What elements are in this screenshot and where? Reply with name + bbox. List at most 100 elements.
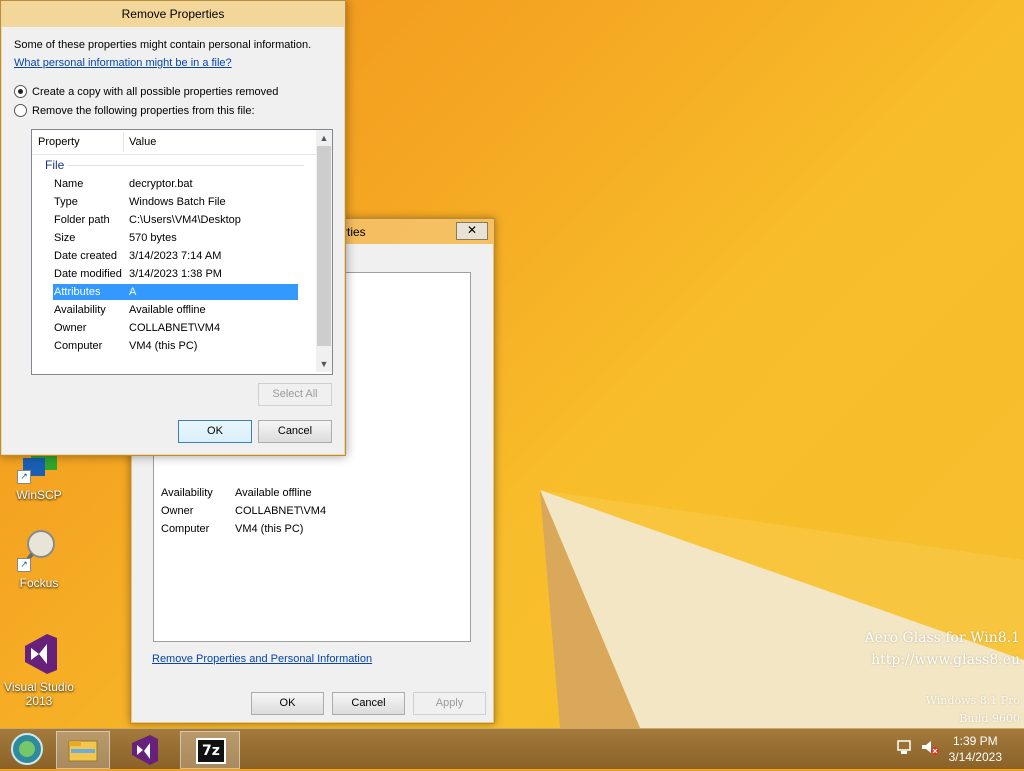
detail-value: VM4 (this PC) xyxy=(235,523,304,535)
ok-button[interactable]: OK xyxy=(178,420,252,443)
radio-button[interactable] xyxy=(14,85,27,98)
apply-button[interactable]: Apply xyxy=(413,692,486,715)
start-orb-icon xyxy=(11,733,43,765)
property-name: Size xyxy=(54,232,76,244)
radio-button[interactable] xyxy=(14,104,27,117)
desktop-icon-label: Fockus xyxy=(19,576,59,590)
group-divider xyxy=(68,165,304,166)
property-value: COLLABNET\VM4 xyxy=(129,322,221,334)
start-button[interactable] xyxy=(6,731,48,767)
clock[interactable]: 1:39 PM 3/14/2023 xyxy=(949,733,1002,765)
list-item[interactable]: Size 570 bytes xyxy=(53,230,298,246)
shortcut-arrow-icon: ↗ xyxy=(17,470,31,484)
property-value: VM4 (this PC) xyxy=(129,340,198,352)
property-name: Name xyxy=(54,178,84,190)
list-item[interactable]: Availability Available offline xyxy=(53,302,298,318)
detail-key: Computer xyxy=(161,523,210,535)
list-item[interactable]: Date created 3/14/2023 7:14 AM xyxy=(53,248,298,264)
network-tray-icon[interactable] xyxy=(896,737,914,757)
watermark-line3: Windows 8.1 Pro xyxy=(925,694,1020,707)
property-value: decryptor.bat xyxy=(129,178,193,190)
watermark-line2: http://www.glass8.eu xyxy=(871,652,1020,668)
taskbar-visual-studio[interactable] xyxy=(120,731,172,767)
file-explorer-icon xyxy=(68,740,98,762)
property-name: Date modified xyxy=(54,268,122,280)
desktop-icon-label: WinSCP xyxy=(16,488,62,502)
radio-remove-following[interactable]: Remove the following properties from thi… xyxy=(14,104,255,117)
intro-text: Some of these properties might contain p… xyxy=(14,39,312,51)
list-item[interactable]: Folder path C:\Users\VM4\Desktop xyxy=(53,212,298,228)
cancel-button[interactable]: Cancel xyxy=(332,692,405,715)
select-all-button[interactable]: Select All xyxy=(258,383,332,406)
detail-row: Computer VM4 (this PC) xyxy=(161,523,303,535)
column-header-property[interactable]: Property xyxy=(38,136,80,148)
radio-label: Remove the following properties from thi… xyxy=(32,104,255,117)
watermark-line4: Build 9600 xyxy=(959,712,1020,725)
list-header: Property Value xyxy=(32,130,316,155)
desktop-icon-visual-studio[interactable]: Visual Studio 2013 xyxy=(4,632,74,708)
list-item[interactable]: Type Windows Batch File xyxy=(53,194,298,210)
radio-label: Create a copy with all possible properti… xyxy=(32,85,279,98)
list-item-selected[interactable]: Attributes A xyxy=(53,284,298,300)
property-value: C:\Users\VM4\Desktop xyxy=(129,214,241,226)
visual-studio-icon xyxy=(17,632,61,676)
clock-time: 1:39 PM xyxy=(952,734,998,748)
remove-properties-link[interactable]: Remove Properties and Personal Informati… xyxy=(152,653,372,665)
desktop-icon-fockus[interactable]: ↗ Fockus xyxy=(4,528,74,590)
dialog-titlebar[interactable]: Remove Properties xyxy=(1,1,345,26)
column-header-value[interactable]: Value xyxy=(129,136,156,148)
scroll-thumb[interactable] xyxy=(317,146,331,346)
cancel-button[interactable]: Cancel xyxy=(258,420,332,443)
clock-date: 3/14/2023 xyxy=(948,750,1002,764)
property-value: A xyxy=(129,286,137,298)
remove-properties-dialog: Remove Properties Some of these properti… xyxy=(0,0,346,456)
property-name: Type xyxy=(54,196,78,208)
scroll-up-icon[interactable]: ▲ xyxy=(316,130,332,146)
property-name: Folder path xyxy=(54,214,110,226)
scroll-down-icon[interactable]: ▼ xyxy=(316,356,332,372)
list-item[interactable]: Owner COLLABNET\VM4 xyxy=(53,320,298,336)
watermark-line1: Aero Glass for Win8.1 xyxy=(864,630,1020,646)
detail-key: Owner xyxy=(161,505,194,517)
detail-row: Availability Available offline xyxy=(161,487,312,499)
group-header-file: File xyxy=(45,158,65,172)
visual-studio-icon xyxy=(132,735,158,765)
vertical-scrollbar[interactable]: ▲ ▼ xyxy=(316,130,332,372)
property-value: Available offline xyxy=(129,304,206,316)
radio-create-copy[interactable]: Create a copy with all possible properti… xyxy=(14,85,278,98)
list-item[interactable]: Name decryptor.bat xyxy=(53,176,298,192)
window-title: rties xyxy=(343,225,366,239)
property-value: 3/14/2023 7:14 AM xyxy=(129,250,222,262)
taskbar: 7z 1:39 PM 3/14/2023 xyxy=(0,728,1024,769)
shortcut-arrow-icon: ↗ xyxy=(17,558,31,572)
list-item[interactable]: Date modified 3/14/2023 1:38 PM xyxy=(53,266,298,282)
column-separator[interactable] xyxy=(123,132,124,152)
taskbar-7zip[interactable]: 7z xyxy=(180,731,240,769)
7zip-label: 7z xyxy=(202,743,220,759)
close-button[interactable]: ✕ xyxy=(456,222,488,240)
desktop-icon-label: Visual Studio 2013 xyxy=(4,680,74,708)
property-value: 3/14/2023 1:38 PM xyxy=(129,268,222,280)
properties-list[interactable]: Property Value File Name decryptor.bat Ty… xyxy=(31,129,333,375)
detail-value: COLLABNET\VM4 xyxy=(235,505,327,517)
detail-key: Availability xyxy=(161,487,213,499)
magnifier-icon: ↗ xyxy=(17,528,61,572)
property-value: 570 bytes xyxy=(129,232,177,244)
list-item[interactable]: Computer VM4 (this PC) xyxy=(53,338,298,354)
property-name: Availability xyxy=(54,304,106,316)
7zip-icon: 7z xyxy=(196,738,226,764)
desktop: Aero Glass for Win8.1 http://www.glass8.… xyxy=(0,0,1024,728)
dialog-title: Remove Properties xyxy=(121,7,225,21)
detail-row: Owner COLLABNET\VM4 xyxy=(161,505,326,517)
taskbar-file-explorer[interactable] xyxy=(56,731,110,769)
dialog-content: Some of these properties might contain p… xyxy=(2,27,344,454)
property-name: Date created xyxy=(54,250,117,262)
ok-button[interactable]: OK xyxy=(251,692,324,715)
close-icon: ✕ xyxy=(466,223,478,237)
property-name: Attributes xyxy=(54,286,101,298)
volume-muted-icon[interactable] xyxy=(920,737,940,757)
property-name: Computer xyxy=(54,340,103,352)
property-value: Windows Batch File xyxy=(129,196,226,208)
property-name: Owner xyxy=(54,322,87,334)
personal-info-link[interactable]: What personal information might be in a … xyxy=(14,57,232,69)
